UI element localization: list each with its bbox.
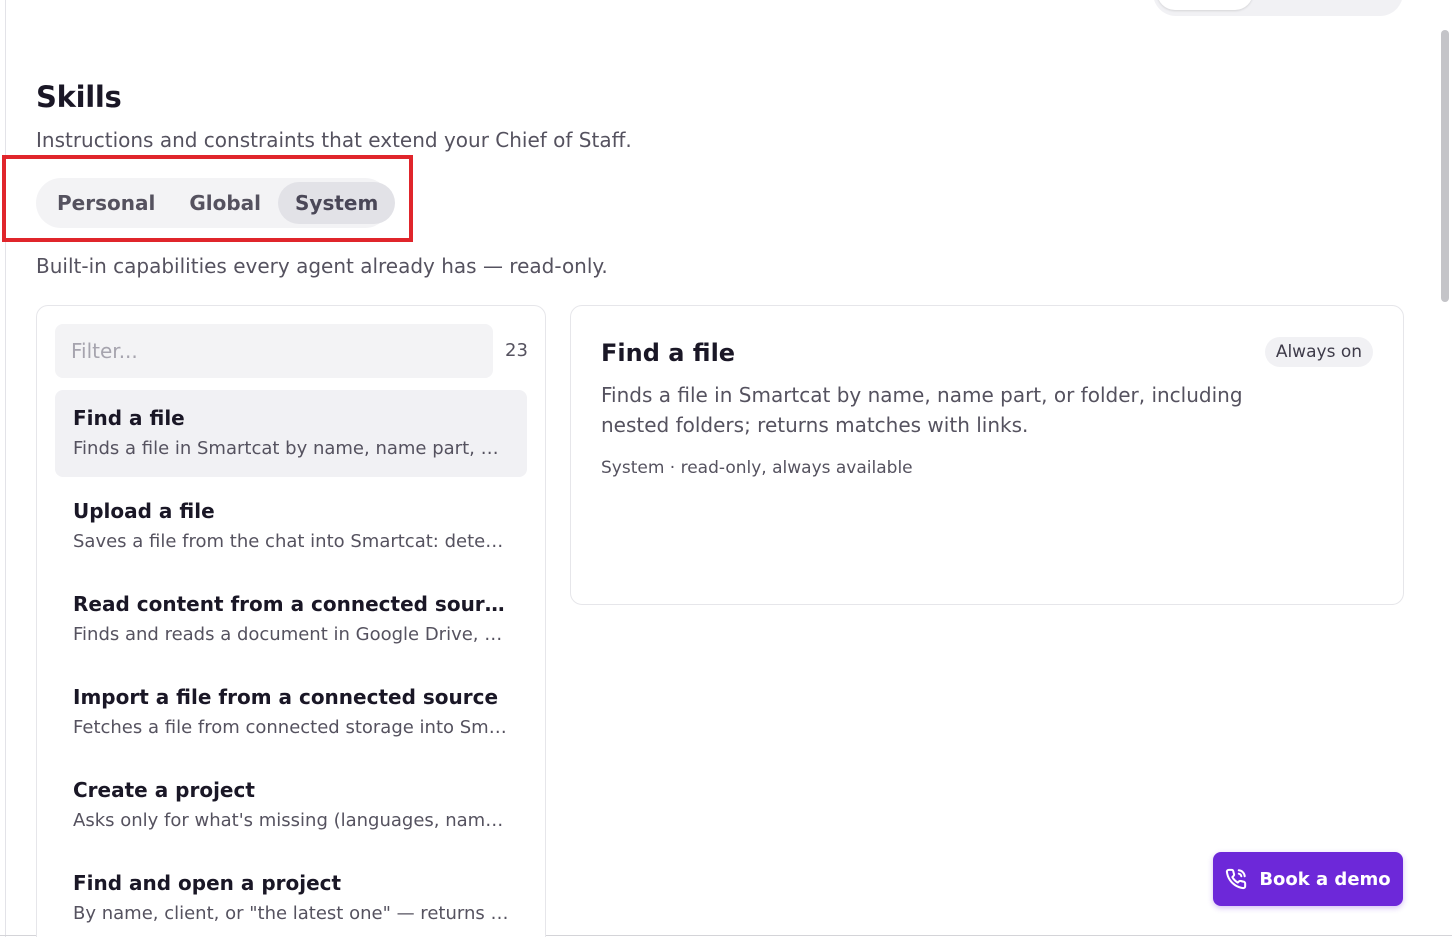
list-item-description: Saves a file from the chat into Smartcat… [73,531,509,552]
tab-system[interactable]: System [278,182,396,224]
skill-scope-tabs: Personal Global System [36,178,396,228]
detail-title: Find a file [601,339,736,367]
page-subtitle: Instructions and constraints that extend… [36,128,632,152]
list-item-title: Create a project [73,778,255,802]
phone-icon [1226,868,1247,890]
skills-page: Skills Instructions and constraints that… [0,0,1452,937]
status-badge: Always on [1264,337,1373,367]
list-item-title: Find and open a project [73,871,342,895]
tab-global[interactable]: Global [172,182,278,224]
list-item-title: Read content from a connected source [73,592,509,616]
scrollbar-thumb[interactable] [1441,30,1449,302]
list-item-description: Fetches a file from connected storage in… [73,717,509,738]
skills-list: Find a file Finds a file in Smartcat by … [55,390,527,937]
skills-list-panel: 23 Find a file Finds a file in Smartcat … [36,305,546,937]
top-toggle-active-option[interactable] [1157,0,1253,10]
detail-meta: System · read-only, always available [601,458,913,478]
list-item[interactable]: Upload a file Saves a file from the chat… [55,483,527,570]
detail-description: Finds a file in Smartcat by name, name p… [601,383,1243,437]
skills-count: 23 [505,340,528,361]
left-border [5,0,6,937]
page-title: Skills [36,80,122,114]
list-item[interactable]: Read content from a connected source Fin… [55,576,527,663]
list-item[interactable]: Import a file from a connected source Fe… [55,669,527,756]
list-item[interactable]: Find a file Finds a file in Smartcat by … [55,390,527,477]
book-demo-label: Book a demo [1259,868,1391,890]
tab-description: Built-in capabilities every agent alread… [36,254,608,278]
list-item-description: Finds a file in Smartcat by name, name p… [73,438,509,459]
tab-personal[interactable]: Personal [40,182,172,224]
list-item-description: Finds and reads a document in Google Dri… [73,624,509,645]
book-demo-button[interactable]: Book a demo [1213,852,1403,906]
skill-detail-panel: Find a file Always on Finds a file in Sm… [570,305,1404,605]
list-item[interactable]: Find and open a project By name, client,… [55,855,527,937]
list-item-title: Import a file from a connected source [73,685,499,709]
top-toggle[interactable] [1153,0,1403,16]
list-item[interactable]: Create a project Asks only for what's mi… [55,762,527,849]
list-item-description: Asks only for what's missing (languages,… [73,810,509,831]
list-item-title: Upload a file [73,499,215,523]
filter-input[interactable] [55,324,493,378]
list-item-description: By name, client, or "the latest one" — r… [73,903,509,924]
list-item-title: Find a file [73,406,185,430]
